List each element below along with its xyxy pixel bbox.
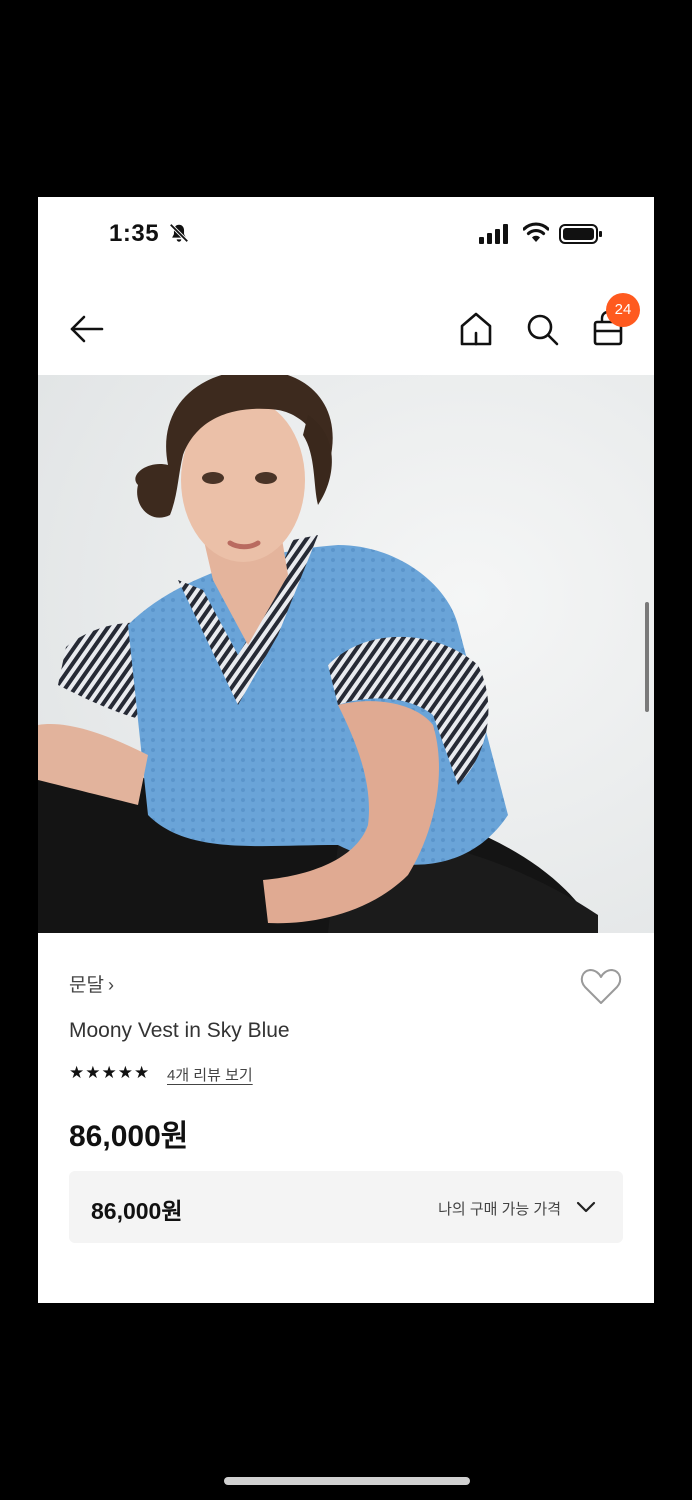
battery-icon — [559, 224, 602, 244]
search-button[interactable] — [522, 307, 562, 351]
star-rating: ★★★★★ — [69, 1063, 150, 1083]
signal-icon — [479, 224, 508, 244]
wishlist-button[interactable] — [579, 967, 623, 1007]
product-price: 86,000원 — [69, 1120, 189, 1153]
brand-name: 문달 — [69, 975, 104, 996]
star-icon: ★ — [85, 1063, 102, 1083]
status-time: 1:35 — [109, 220, 160, 247]
star-icon: ★ — [101, 1063, 118, 1083]
wifi-icon — [523, 222, 549, 242]
chevron-right-icon: › — [107, 975, 114, 995]
product-photo — [38, 375, 654, 933]
home-indicator[interactable] — [224, 1477, 470, 1485]
arrow-left-icon — [70, 315, 104, 343]
star-icon: ★ — [134, 1063, 151, 1083]
purchase-price-value: 86,000원 — [91, 1198, 183, 1224]
star-icon: ★ — [117, 1063, 134, 1083]
phone-screen: 1:35 24 문달 › Moony Vest in Sky Blue ★★★★… — [38, 197, 654, 1303]
purchase-price-dropdown[interactable]: 86,000원 나의 구매 가능 가격 — [69, 1171, 623, 1243]
product-image[interactable] — [38, 375, 654, 933]
status-bar: 1:35 — [38, 197, 654, 271]
bell-slash-icon — [169, 223, 189, 243]
purchase-price-label: 나의 구매 가능 가격 — [438, 1201, 561, 1218]
home-button[interactable] — [456, 307, 496, 351]
review-link[interactable]: 4개 리뷰 보기 — [167, 1064, 253, 1085]
brand-link[interactable]: 문달 › — [69, 970, 114, 997]
product-name: Moony Vest in Sky Blue — [69, 1019, 290, 1042]
heart-outline-icon — [580, 969, 622, 1004]
chevron-down-icon — [576, 1201, 596, 1213]
cart-count-badge: 24 — [606, 293, 640, 327]
top-nav-bar: 24 — [38, 287, 654, 371]
search-icon — [527, 314, 559, 346]
scroll-indicator — [645, 602, 649, 712]
home-icon — [460, 312, 492, 346]
star-icon: ★ — [69, 1063, 86, 1083]
back-button[interactable] — [64, 307, 108, 351]
